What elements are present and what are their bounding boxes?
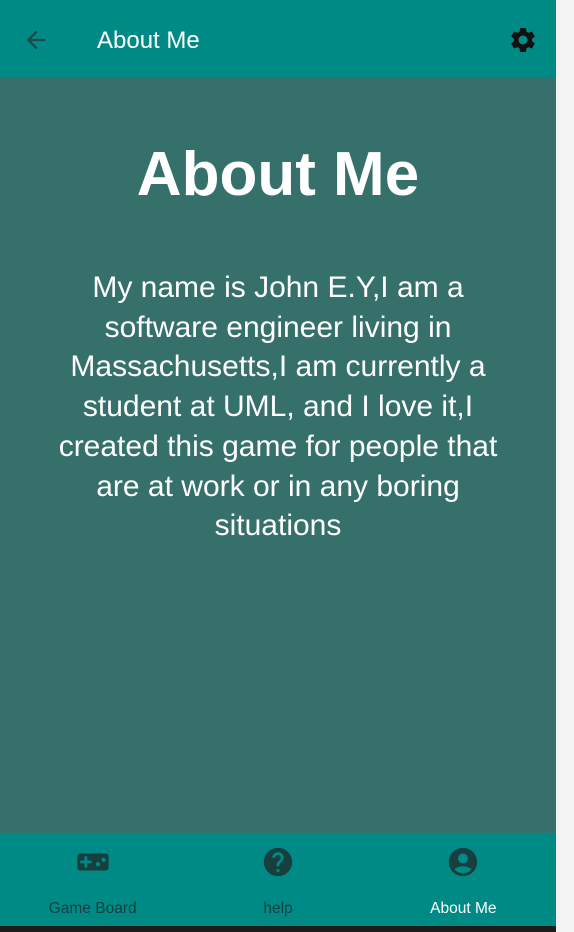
gamepad-icon bbox=[76, 845, 110, 879]
help-icon bbox=[261, 845, 295, 879]
nav-label-game-board: Game Board bbox=[48, 900, 137, 917]
account-circle-icon bbox=[446, 845, 480, 879]
nav-label-help: help bbox=[263, 900, 293, 917]
nav-item-game-board[interactable]: Game Board bbox=[0, 833, 185, 926]
app-bar-title: About Me bbox=[97, 27, 200, 54]
gear-icon bbox=[511, 28, 535, 52]
about-content: About Me My name is John E.Y,I am a soft… bbox=[0, 78, 556, 833]
nav-item-help[interactable]: help bbox=[185, 833, 370, 926]
screen-bottom-edge bbox=[0, 926, 556, 932]
bottom-navigation: Game Board help About Me bbox=[0, 833, 556, 926]
app-bar: About Me bbox=[0, 0, 556, 78]
page-title: About Me bbox=[136, 139, 420, 209]
nav-label-about-me: About Me bbox=[430, 900, 497, 917]
back-button[interactable] bbox=[16, 20, 56, 60]
nav-item-about-me[interactable]: About Me bbox=[371, 833, 556, 926]
arrow-back-icon bbox=[26, 30, 46, 50]
screen-margin bbox=[556, 0, 574, 932]
bio-text: My name is John E.Y,I am a software engi… bbox=[58, 271, 498, 543]
app-screen: About Me About Me My name is John E.Y,I … bbox=[0, 0, 556, 926]
settings-button[interactable] bbox=[503, 20, 543, 60]
